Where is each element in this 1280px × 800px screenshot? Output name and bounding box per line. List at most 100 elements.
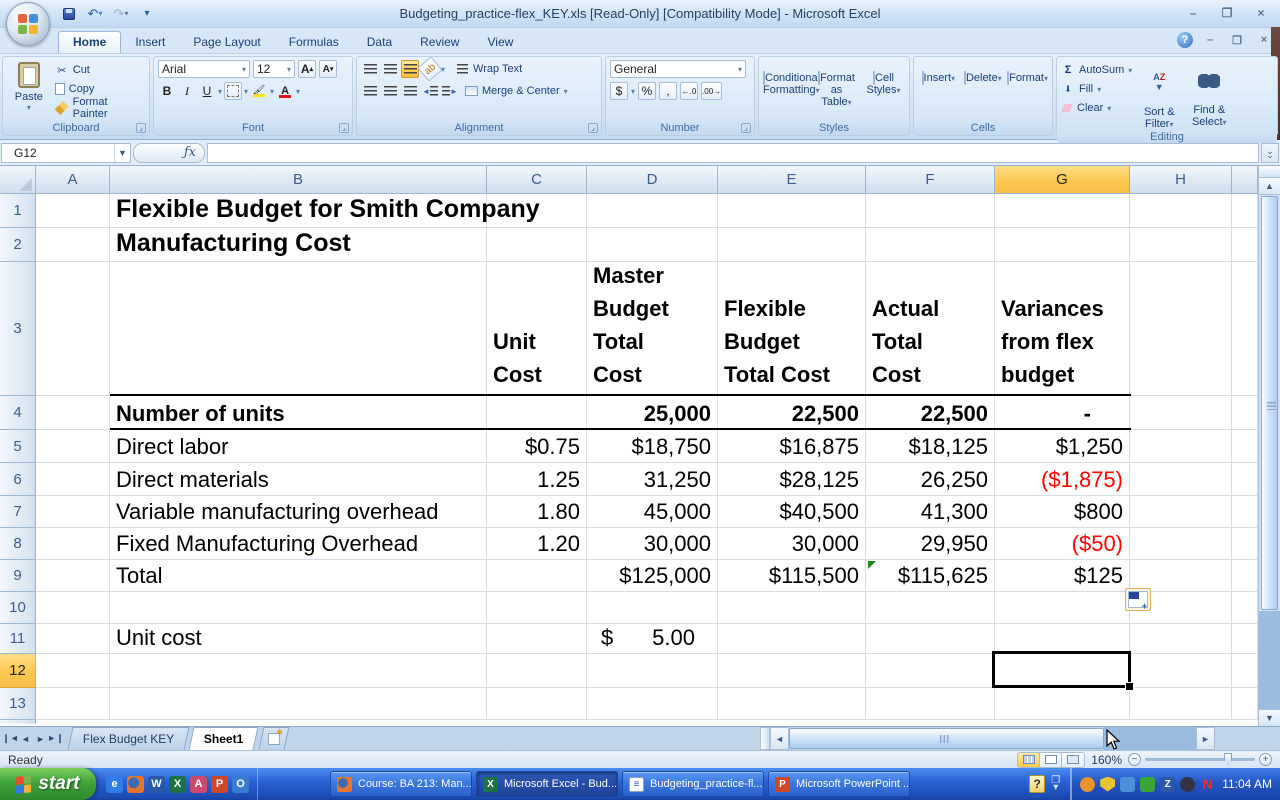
cell-B13[interactable] xyxy=(110,688,487,720)
excel-icon[interactable]: X xyxy=(169,776,186,793)
sheet-tab-sheet1[interactable]: Sheet1 xyxy=(189,727,259,750)
cell-C2[interactable] xyxy=(487,228,587,262)
scroll-right-button[interactable]: ► xyxy=(1196,727,1215,750)
find-select-button[interactable]: Find & Select▾ xyxy=(1186,60,1232,131)
center-button[interactable] xyxy=(381,82,399,100)
font-color-caret[interactable]: ▾ xyxy=(296,87,300,96)
cell-E5[interactable]: $16,875 xyxy=(718,430,866,463)
vertical-split-handle[interactable] xyxy=(1259,166,1280,178)
cell-A4[interactable] xyxy=(36,396,110,430)
zoom-in-button[interactable]: + xyxy=(1259,753,1272,766)
cell-H13[interactable] xyxy=(1130,688,1232,720)
cell-E2[interactable] xyxy=(718,228,866,262)
tab-page-layout[interactable]: Page Layout xyxy=(179,32,274,53)
security-shield-icon[interactable] xyxy=(1100,777,1115,792)
cell-A2[interactable] xyxy=(36,228,110,262)
column-header-C[interactable]: C xyxy=(487,166,587,194)
name-box-caret[interactable]: ▼ xyxy=(114,144,130,162)
font-dialog-launcher[interactable]: ⌟ xyxy=(339,123,349,133)
orientation-button[interactable]: ab xyxy=(417,56,442,81)
clipboard-dialog-launcher[interactable]: ⌟ xyxy=(136,123,146,133)
tab-review[interactable]: Review xyxy=(406,32,473,53)
cell-F4[interactable]: 22,500 xyxy=(866,396,995,430)
smart-tag-button[interactable] xyxy=(1125,588,1151,611)
cell-fill[interactable] xyxy=(1232,528,1258,560)
cell-fill[interactable] xyxy=(1232,560,1258,592)
cell-D12[interactable] xyxy=(587,654,718,688)
close-button[interactable]: × xyxy=(1248,5,1274,20)
fill-button[interactable]: ⬇Fill▾ xyxy=(1061,81,1132,97)
cell-G4[interactable]: - xyxy=(995,396,1130,430)
zoom-slider-track[interactable] xyxy=(1145,758,1255,761)
cell-G13[interactable] xyxy=(995,688,1130,720)
cell-D1[interactable] xyxy=(587,194,718,228)
help-button[interactable]: ? xyxy=(1177,32,1193,48)
cell-B7[interactable]: Variable manufacturing overhead xyxy=(110,496,487,528)
font-size-combo[interactable]: 12▾ xyxy=(253,60,295,78)
column-header-B[interactable]: B xyxy=(110,166,487,194)
cell-C5[interactable]: $0.75 xyxy=(487,430,587,463)
cell-B12[interactable] xyxy=(110,654,487,688)
cell-G7[interactable]: $800 xyxy=(995,496,1130,528)
cell-fill[interactable] xyxy=(1232,262,1258,396)
first-sheet-button[interactable]: ❙◄ xyxy=(4,731,17,746)
internet-explorer-icon[interactable]: e xyxy=(106,776,123,793)
horizontal-scroll-thumb[interactable] xyxy=(789,728,1104,749)
cell-F9[interactable]: $115,625 xyxy=(866,560,995,592)
row-header-9[interactable]: 9 xyxy=(0,560,36,592)
access-icon[interactable]: A xyxy=(190,776,207,793)
vertical-scrollbar[interactable]: ▲ ▼ xyxy=(1258,166,1280,726)
fill-color-caret[interactable]: ▾ xyxy=(270,87,274,96)
cell-B6[interactable]: Direct materials xyxy=(110,463,487,496)
tab-home[interactable]: Home xyxy=(58,31,121,53)
cell-H12[interactable] xyxy=(1130,654,1232,688)
tab-data[interactable]: Data xyxy=(353,32,406,53)
insert-function-button[interactable]: ƒx xyxy=(133,143,205,163)
cell-fill[interactable] xyxy=(1232,430,1258,463)
column-header-F[interactable]: F xyxy=(866,166,995,194)
font-family-combo[interactable]: Arial▾ xyxy=(158,60,250,78)
office-button[interactable] xyxy=(6,2,50,46)
column-header-D[interactable]: D xyxy=(587,166,718,194)
cell-fill[interactable] xyxy=(1232,592,1258,624)
cell-G2[interactable] xyxy=(995,228,1130,262)
cell-C12[interactable] xyxy=(487,654,587,688)
active-cell-selection-G12[interactable] xyxy=(992,651,1131,688)
cell-B11[interactable]: Unit cost xyxy=(110,624,487,654)
cell-H8[interactable] xyxy=(1130,528,1232,560)
row-header-8[interactable]: 8 xyxy=(0,528,36,560)
cell-G10[interactable] xyxy=(995,592,1130,624)
format-as-table-button[interactable]: Format as Table▾ xyxy=(815,60,858,120)
powerpoint-icon[interactable]: P xyxy=(211,776,228,793)
cell-F11[interactable] xyxy=(866,624,995,654)
cut-button[interactable]: ✂Cut xyxy=(55,62,145,78)
conditional-formatting-button[interactable]: Conditional Formatting▾ xyxy=(763,60,811,120)
cell-F12[interactable] xyxy=(866,654,995,688)
cell-F13[interactable] xyxy=(866,688,995,720)
cell-C7[interactable]: 1.80 xyxy=(487,496,587,528)
cell-G6[interactable]: ($1,875) xyxy=(995,463,1130,496)
cell-styles-button[interactable]: Cell Styles▾ xyxy=(862,60,905,120)
cell-fill[interactable] xyxy=(1232,688,1258,720)
vertical-scroll-track[interactable] xyxy=(1259,611,1280,709)
middle-align-button[interactable] xyxy=(381,60,399,78)
cell-H1[interactable] xyxy=(1130,194,1232,228)
cell-C13[interactable] xyxy=(487,688,587,720)
cell-F5[interactable]: $18,125 xyxy=(866,430,995,463)
cell-A1[interactable] xyxy=(36,194,110,228)
cell-H7[interactable] xyxy=(1130,496,1232,528)
cell-A5[interactable] xyxy=(36,430,110,463)
zoom-out-button[interactable]: − xyxy=(1128,753,1141,766)
last-sheet-button[interactable]: ►❙ xyxy=(49,731,62,746)
accounting-format-button[interactable]: $ xyxy=(610,82,628,100)
align-left-button[interactable] xyxy=(361,82,379,100)
cell-H3[interactable] xyxy=(1130,262,1232,396)
cell-B2[interactable]: Manufacturing Cost xyxy=(110,228,487,262)
netsupport-icon[interactable]: N xyxy=(1200,777,1215,792)
fill-color-button[interactable]: 🖌 xyxy=(250,82,268,100)
antivirus-icon[interactable] xyxy=(1140,777,1155,792)
z-app-icon[interactable]: Z xyxy=(1160,777,1175,792)
prev-sheet-button[interactable]: ◄ xyxy=(19,731,32,746)
taskbar-window-excel[interactable]: X Microsoft Excel - Bud... xyxy=(476,771,618,797)
select-all-corner[interactable] xyxy=(0,166,36,194)
